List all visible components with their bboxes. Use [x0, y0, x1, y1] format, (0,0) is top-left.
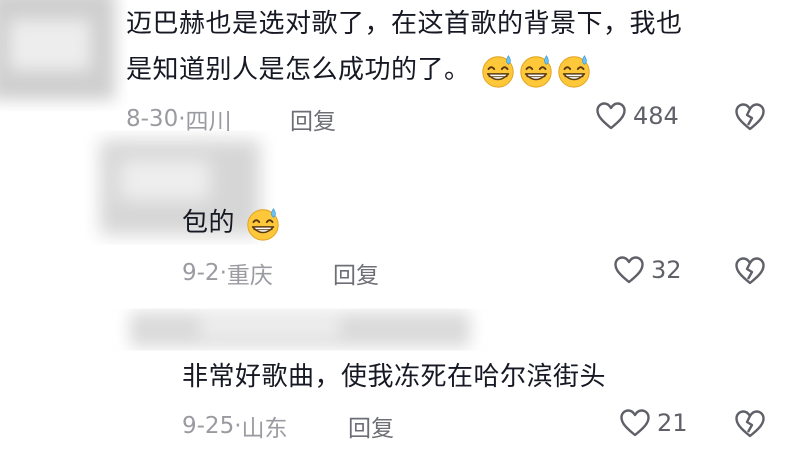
emoji-group — [244, 207, 282, 241]
heart-icon — [614, 256, 644, 284]
laughing-sweat-emoji-icon — [558, 54, 590, 88]
comment-location: 重庆 — [226, 263, 273, 289]
broken-heart-icon[interactable] — [733, 256, 767, 286]
reply-button[interactable]: 回复 — [290, 102, 336, 136]
comment-text-line-2: 是知道别人是怎么成功的了。 — [126, 48, 593, 92]
like-count: 484 — [633, 102, 679, 130]
comment-text-line-1: 迈巴赫也是选对歌了，在这首歌的背景下，我也 — [126, 9, 683, 39]
reply-button[interactable]: 回复 — [348, 409, 394, 443]
blurred-avatar-1 — [0, 0, 115, 100]
laughing-sweat-emoji-icon — [482, 54, 514, 88]
broken-heart-icon[interactable] — [733, 409, 767, 439]
like-button[interactable]: 32 — [613, 255, 682, 285]
comment-location: 四川 — [185, 109, 232, 135]
like-button[interactable]: 21 — [619, 408, 688, 438]
like-count: 21 — [657, 409, 688, 437]
comment-date: 9-25· — [182, 413, 242, 439]
comment-location: 山东 — [241, 416, 288, 442]
comment-text: 是知道别人是怎么成功的了。 — [126, 55, 471, 85]
comment-meta: 9-2· 重庆 — [182, 256, 273, 290]
heart-icon — [596, 102, 626, 130]
comment-meta: 8-30· 四川 — [126, 102, 232, 136]
comment-meta: 9-25· 山东 — [182, 409, 288, 443]
comment-text-line-1: 非常好歌曲，使我冻死在哈尔滨街头 — [182, 362, 607, 392]
heart-icon — [620, 409, 650, 437]
comment-text-line-1: 包的 — [182, 201, 282, 245]
broken-heart-icon[interactable] — [733, 102, 767, 132]
comment-text: 包的 — [182, 208, 236, 238]
comment-date: 9-2· — [182, 260, 227, 286]
like-button[interactable]: 484 — [595, 101, 679, 131]
laughing-sweat-emoji-icon — [247, 207, 279, 241]
reply-button[interactable]: 回复 — [333, 256, 379, 290]
like-count: 32 — [651, 256, 682, 284]
emoji-group — [479, 54, 593, 88]
comment-date: 8-30· — [126, 106, 186, 132]
laughing-sweat-emoji-icon — [520, 54, 552, 88]
